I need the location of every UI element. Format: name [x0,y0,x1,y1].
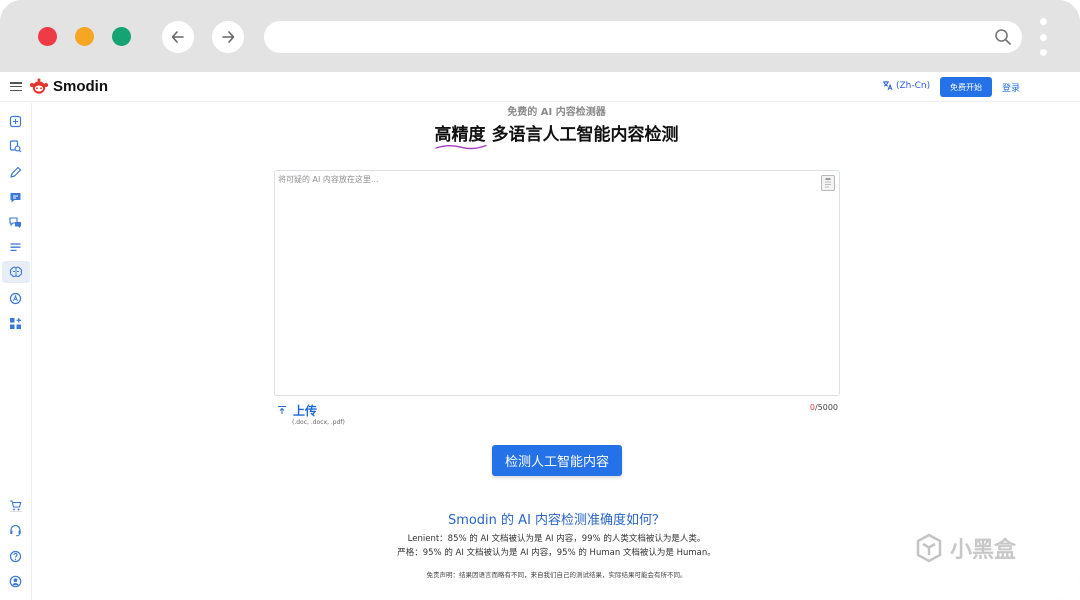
disclaimer-text: 免责声明：结果因语言而略有不同，来自我们自己的测试结果，实际结果可能会有所不同。 [426,571,687,579]
ai-detector-brain-icon[interactable] [2,261,30,283]
ai-content-textarea[interactable]: 将可疑的 AI 内容放在这里... [274,170,840,396]
back-button[interactable] [162,21,194,53]
character-counter: 0/5000 [788,403,838,412]
textarea-placeholder: 将可疑的 AI 内容放在这里... [278,175,379,184]
login-link[interactable]: 登录 [1002,81,1020,94]
cart-icon[interactable] [8,498,22,512]
translate-icon [883,81,893,91]
smodin-logo-icon[interactable] [29,78,49,95]
arrow-left-icon [171,31,184,43]
site-header: Smodin (Zh-Cn) 免费开始 登录 [0,72,1080,102]
close-window-button[interactable] [38,27,57,46]
main-content: 免费的 AI 内容检测器 高精度 多语言人工智能内容检测 将可疑的 AI 内容放… [33,103,1080,600]
arrow-right-icon [222,31,235,43]
language-label: (Zh-Cn) [896,80,931,91]
character-limit: /5000 [814,403,838,412]
support-headset-icon[interactable] [8,523,22,537]
clipboard-paste-icon[interactable] [821,175,835,191]
more-apps-icon[interactable] [8,316,22,330]
summarizer-lines-icon[interactable] [8,240,22,254]
account-icon[interactable] [8,574,22,588]
title-highlight: 高精度 [434,120,487,150]
page-subtitle: 免费的 AI 内容检测器 [507,107,606,118]
forward-button[interactable] [212,21,244,53]
minimize-window-button[interactable] [75,27,94,46]
maximize-window-button[interactable] [112,27,131,46]
chat-icon[interactable] [8,190,22,204]
watermark-logo-icon [916,533,942,563]
detect-ai-content-button[interactable]: 检测人工智能内容 [492,445,622,476]
rewriter-icon[interactable] [8,114,22,128]
browser-window: Smodin (Zh-Cn) 免费开始 登录 免费的 AI 内容检测器 高精度 … [0,0,1080,600]
title-rest: 多语言人工智能内容检测 [485,125,679,145]
page-viewport: Smodin (Zh-Cn) 免费开始 登录 免费的 AI 内容检测器 高精度 … [0,72,1080,600]
watermark-text: 小黑盒 [950,538,1017,563]
search-icon[interactable] [994,28,1012,46]
brand-name[interactable]: Smodin [53,78,108,95]
writer-pen-icon[interactable] [8,165,22,179]
title-highlight-text: 高精度 [434,125,486,145]
accuracy-heading: Smodin 的 AI 内容检测准确度如何？ [447,513,666,528]
language-selector[interactable]: (Zh-Cn) [882,80,930,91]
watermark: 小黑盒 [914,532,1016,564]
plagiarism-icon[interactable] [8,139,22,153]
hamburger-menu-icon[interactable] [10,82,22,91]
upload-button[interactable]: 上传 [293,402,317,419]
underline-squiggle-icon [434,144,487,150]
browser-toolbar [0,0,1080,72]
help-icon[interactable] [8,549,22,563]
upload-file-types: (.doc, .docx, .pdf) [292,419,345,426]
grader-icon[interactable] [8,291,22,305]
kebab-menu-icon[interactable] [1038,18,1048,56]
tool-sidebar [0,103,32,600]
address-bar[interactable] [264,21,1022,53]
upload-icon[interactable] [277,405,287,415]
free-start-button[interactable]: 免费开始 [940,77,992,97]
translate-chat-icon[interactable] [8,215,22,229]
page-title: 高精度 多语言人工智能内容检测 [33,120,1080,150]
